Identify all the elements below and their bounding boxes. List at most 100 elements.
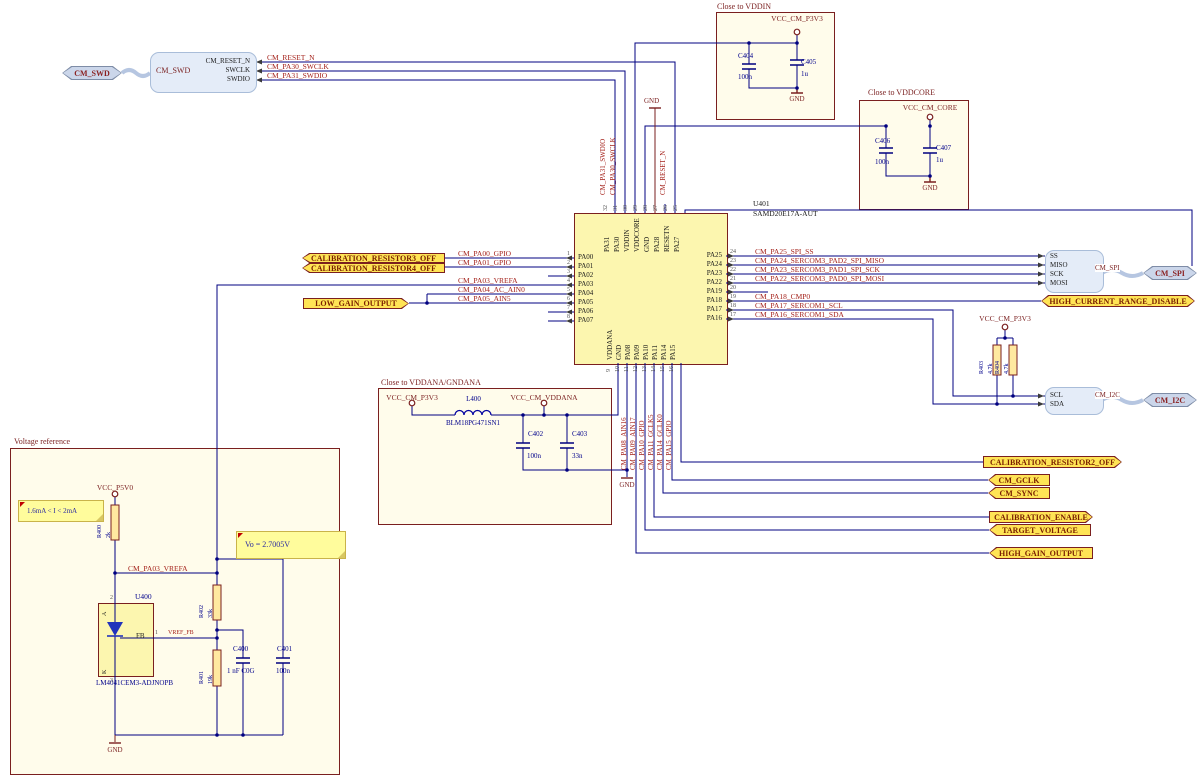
r400-ref: R400 (97, 525, 103, 538)
wire-layer (0, 0, 1200, 777)
mcu-pin-pa11: PA11 (651, 345, 659, 360)
port-cm-swd[interactable]: CM_SWD (62, 66, 122, 80)
c405-val: 1u (801, 70, 808, 78)
c404-val: 100n (738, 73, 752, 81)
mcu-pin-gnd-top: GND (643, 237, 651, 252)
tag-cm-gclk[interactable]: CM_GCLK (988, 474, 1050, 486)
mcu-pinnum-19: 19 (730, 294, 736, 300)
mcu-pinnum-26: 26 (663, 205, 669, 211)
mcu-pinnum-13: 13 (642, 366, 648, 372)
tag-high-current-range-disable[interactable]: HIGH_CURRENT_RANGE_DISABLE (1041, 295, 1195, 307)
mcu-pin-pa02: PA02 (578, 271, 593, 279)
r404-val: 4.7k (1004, 364, 1010, 375)
junctions (113, 41, 1015, 737)
pwr-vcc-cm-p3v3-ana: VCC_CM_P3V3 (372, 393, 452, 402)
mcu-pinnum-5: 5 (558, 287, 570, 293)
c403-ref: C403 (572, 430, 587, 438)
mcu-pinnum-28: 28 (643, 205, 649, 211)
mcu-pinnum-17: 17 (730, 312, 736, 318)
sheet-i2c-pin-scl: SCL (1050, 391, 1063, 399)
note-current-range[interactable]: 1.6mA < I < 2mA (18, 500, 104, 522)
c406-ref: C406 (875, 137, 890, 145)
mcu-pinnum-29: 29 (633, 205, 639, 211)
net-vref-fb: VREF_FB (168, 630, 194, 636)
port-cm-spi[interactable]: CM_SPI (1143, 266, 1197, 280)
sheet-swd-pin-swdio: SWDIO (180, 75, 250, 83)
sheet-swd-pin-reset: CM_RESET_N (180, 57, 250, 65)
net-cm-pa31-swdio: CM_PA31_SWDIO (267, 71, 327, 80)
tag-calibration-resistor2-off[interactable]: CALIBRATION_RESISTOR2_OFF (983, 456, 1122, 468)
c401-val: 100n (276, 667, 290, 675)
net-cm-pa22-mosi: CM_PA22_SERCOM3_PAD0_SPI_MOSI (755, 274, 884, 283)
mcu-pinnum-18: 18 (730, 303, 736, 309)
net-vert-reset: CM_RESET_N (659, 151, 667, 195)
mcu-pin-pa31: PA31 (603, 237, 611, 252)
mcu-pinnum-10: 10 (615, 366, 621, 372)
room-vref-title: Voltage reference (14, 437, 70, 447)
mcu-pin-pa30: PA30 (613, 237, 621, 252)
net-vert-pa10: CM_PA10_GPIO (638, 420, 646, 470)
r403-val: 4.7k (988, 364, 994, 375)
mcu-pinnum-22: 22 (730, 267, 736, 273)
mcu-pin-vddana: VDDANA (606, 330, 614, 360)
mcu-pinnum-24: 24 (730, 249, 736, 255)
net-vert-pa11: CM_PA11_GCLK5 (647, 415, 655, 471)
mcu-pin-vddcore: VDDCORE (633, 218, 641, 252)
mcu-pin-pa28: PA28 (653, 237, 661, 252)
c406-val: 100n (875, 158, 889, 166)
mcu-pin-vddin: VDDIN (623, 229, 631, 252)
net-cm-pa03-vrefa-box: CM_PA03_VREFA (128, 564, 188, 573)
mcu-pinnum-16: 16 (669, 366, 675, 372)
sheet-swd-pin-swclk: SWCLK (180, 66, 250, 74)
mcu-pin-pa10: PA10 (642, 345, 650, 360)
net-cm-pa24-miso: CM_PA24_SERCOM3_PAD2_SPI_MISO (755, 256, 884, 265)
net-cm-pa18-cmp0: CM_PA18_CMP0 (755, 292, 810, 301)
mcu-pin-pa15: PA15 (669, 345, 677, 360)
net-cm-pa04-ac-ain0: CM_PA04_AC_AIN0 (458, 285, 525, 294)
l400-val: BLM18PG471SN1 (433, 419, 513, 427)
u400-part: LM4041CEM3-ADJNOPB (96, 679, 173, 687)
c402-ref: C402 (528, 430, 543, 438)
pwr-vcc-p5v0: VCC_P5V0 (75, 483, 155, 492)
mcu-pinnum-8: 8 (558, 314, 570, 320)
tag-calibration-enable[interactable]: CALIBRATION_ENABLE (989, 511, 1093, 523)
sheet-spi-label: CM_SPI (1095, 264, 1120, 272)
mcu-pinnum-3: 3 (558, 269, 570, 275)
gnd-label-vref: GND (100, 746, 130, 754)
mcu-pin-pa18: PA18 (692, 296, 722, 304)
inductor-l400[interactable] (455, 411, 491, 416)
mcu-pinnum-2: 2 (558, 260, 570, 266)
mcu-pin-pa05: PA05 (578, 298, 593, 306)
tag-low-gain-output[interactable]: LOW_GAIN_OUTPUT (303, 298, 409, 309)
mcu-pin-pa23: PA23 (692, 269, 722, 277)
sheet-i2c-pin-sda: SDA (1050, 400, 1064, 408)
mcu-pin-pa27: PA27 (673, 237, 681, 252)
net-cm-pa01-gpio: CM_PA01_GPIO (458, 258, 511, 267)
c400-ref: C400 (233, 645, 248, 653)
sheet-spi-pin-sck: SCK (1050, 270, 1064, 278)
r402-val: 33k (208, 609, 214, 618)
room-vddana-title: Close to VDDANA/GNDANA (381, 378, 481, 388)
net-vert-swclk: CM_PA30_SWCLK (609, 137, 617, 195)
mcu-pin-pa22: PA22 (692, 278, 722, 286)
room-vddin-title: Close to VDDIN (717, 2, 771, 12)
port-cm-i2c[interactable]: CM_I2C (1143, 393, 1197, 407)
r403-ref: R403 (979, 361, 985, 374)
c405-ref: C405 (801, 58, 816, 66)
tag-calibration-resistor4-off[interactable]: CALIBRATION_RESISTOR4_OFF (302, 263, 445, 273)
tag-cm-sync[interactable]: CM_SYNC (988, 487, 1050, 499)
pwr-vcc-cm-p3v3-vddin: VCC_CM_P3V3 (757, 14, 837, 23)
tag-target-voltage[interactable]: TARGET_VOLTAGE (989, 524, 1091, 536)
mcu-pin-pa17: PA17 (692, 305, 722, 313)
mcu-pin-pa16: PA16 (692, 314, 722, 322)
sheet-spi-pin-ss: SS (1050, 252, 1058, 260)
note-output-voltage[interactable]: Vo = 2.7005V (236, 531, 346, 559)
capacitors[interactable] (236, 60, 937, 663)
tag-calibration-resistor3-off[interactable]: CALIBRATION_RESISTOR3_OFF (302, 253, 445, 263)
tag-high-gain-output[interactable]: HIGH_GAIN_OUTPUT (989, 547, 1093, 559)
net-vert-pa14: CM_PA14_GCLK0 (656, 414, 664, 470)
net-cm-pa25-spi-ss: CM_PA25_SPI_SS (755, 247, 814, 256)
u400-ref: U400 (135, 592, 152, 601)
u400-pinnum-3: 3 (110, 678, 113, 684)
sheet-i2c-label: CM_I2C (1095, 391, 1120, 399)
